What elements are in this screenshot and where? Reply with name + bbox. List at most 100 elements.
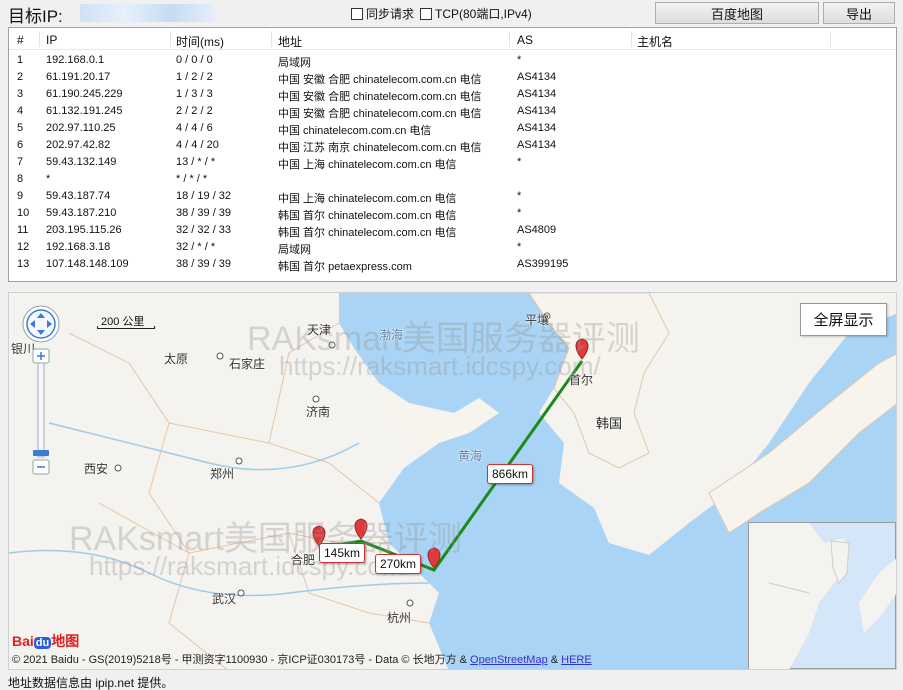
cell-time: 4 / 4 / 6 (176, 122, 213, 134)
table-row[interactable]: 8 * * / * / * (9, 171, 896, 188)
cell-time: 2 / 2 / 2 (176, 105, 213, 117)
cell-ip: 61.132.191.245 (46, 105, 123, 117)
map-label-zhengzhou: 郑州 (210, 467, 235, 481)
cell-time: 32 / * / * (176, 241, 216, 253)
cell-n: 4 (17, 105, 24, 117)
column-divider[interactable] (830, 31, 831, 47)
table-row[interactable]: 6 202.97.42.82 4 / 4 / 20 中国 江苏 南京 chinatel… (9, 137, 896, 154)
column-divider[interactable] (170, 31, 171, 47)
table-row[interactable]: 1 192.168.0.1 0 / 0 / 0 局域网 * (9, 52, 896, 69)
sync-request-checkbox[interactable]: 同步请求 (351, 5, 414, 22)
cell-addr: 中国 安徽 合肥 chinatelecom.com.cn 电信 (278, 74, 482, 86)
table-row[interactable]: 11 203.195.115.26 32 / 32 / 33 韩国 首尔 chinat… (9, 222, 896, 239)
cell-time: 13 / * / * (176, 156, 216, 168)
distance-label-866: 866km (487, 464, 534, 484)
col-header-time[interactable]: 时间(ms) (176, 33, 224, 50)
tcp-checkbox[interactable]: TCP(80端口,IPv4) (420, 5, 532, 22)
col-header-address[interactable]: 地址 (278, 33, 302, 50)
cell-n: 7 (17, 156, 24, 168)
cell-time: 1 / 3 / 3 (176, 88, 213, 100)
cell-as: AS4134 (517, 88, 557, 100)
cell-n: 12 (17, 241, 30, 253)
cell-addr: 中国 上海 chinatelecom.com.cn 电信 (278, 193, 457, 205)
map-label-bohai: 渤海 (379, 328, 404, 342)
table-row[interactable]: 5 202.97.110.25 4 / 4 / 6 中国 chinatelecom.c… (9, 120, 896, 137)
cell-ip: 192.168.0.1 (46, 54, 105, 66)
cell-addr: 中国 安徽 合肥 chinatelecom.com.cn 电信 (278, 91, 482, 103)
cell-n: 3 (17, 88, 24, 100)
cell-as: AS4134 (517, 71, 557, 83)
cell-addr: 局域网 (278, 57, 311, 69)
copyright-text: © 2021 Baidu - GS(2019)5218号 - 甲测资字11009… (12, 654, 471, 666)
distance-label-145: 145km (319, 543, 366, 563)
table-row[interactable]: 2 61.191.20.17 1 / 2 / 2 中国 安徽 合肥 chinatele… (9, 69, 896, 86)
cell-n: 2 (17, 71, 24, 83)
cell-ip: 61.191.20.17 (46, 71, 111, 83)
table-row[interactable]: 13 107.148.148.109 38 / 39 / 39 韩国 首尔 petae… (9, 256, 896, 273)
column-divider[interactable] (509, 31, 510, 47)
cell-as: AS4134 (517, 122, 557, 134)
cell-as: * (517, 241, 522, 253)
data-source-note: 地址数据信息由 ipip.net 提供。 (8, 676, 174, 690)
cell-time: 32 / 32 / 33 (176, 224, 232, 236)
logo-suffix: 地图 (51, 633, 80, 649)
cell-time: 38 / 39 / 39 (176, 207, 232, 219)
logo-text: Bai (12, 633, 34, 649)
route-map[interactable]: RAKsmart美国服务器评测 https://raksmart.idcspy.… (8, 292, 897, 670)
cell-as: AS4809 (517, 224, 557, 236)
cell-time: * / * / * (176, 173, 208, 185)
map-label-xian: 西安 (84, 462, 109, 476)
col-header-ip[interactable]: IP (46, 33, 57, 47)
table-row[interactable]: 10 59.43.187.210 38 / 39 / 39 韩国 首尔 chinate… (9, 205, 896, 222)
overview-minimap[interactable] (748, 522, 896, 669)
col-header-index[interactable]: # (17, 33, 24, 47)
cell-n: 10 (17, 207, 30, 219)
cell-addr: 中国 上海 chinatelecom.com.cn 电信 (278, 159, 457, 171)
table-row[interactable]: 3 61.190.245.229 1 / 3 / 3 中国 安徽 合肥 chinate… (9, 86, 896, 103)
column-divider[interactable] (271, 31, 272, 47)
pan-zoom-icon (22, 305, 60, 475)
cell-as: * (517, 54, 522, 66)
cell-time: 18 / 19 / 32 (176, 190, 232, 202)
tcp-checkbox-label: TCP(80端口,IPv4) (435, 7, 532, 21)
cell-as: AS4134 (517, 139, 557, 151)
map-label-korea: 韩国 (596, 416, 623, 431)
export-button[interactable]: 导出 (823, 2, 895, 24)
map-label-hangzhou: 杭州 (387, 611, 412, 625)
sync-checkbox-box[interactable] (351, 7, 363, 20)
table-row[interactable]: 7 59.43.132.149 13 / * / * 中国 上海 chinatelec… (9, 154, 896, 171)
cell-ip: 59.43.187.74 (46, 190, 111, 202)
fullscreen-button[interactable]: 全屏显示 (800, 303, 887, 336)
table-header: # IP 时间(ms) 地址 AS 主机名 (9, 28, 896, 50)
cell-ip: 203.195.115.26 (46, 224, 122, 236)
baidu-map-button[interactable]: 百度地图 (655, 2, 819, 24)
cell-addr: 韩国 首尔 chinatelecom.com.cn 电信 (278, 210, 457, 222)
cell-addr: 韩国 首尔 petaexpress.com (278, 261, 412, 273)
cell-as: * (517, 156, 522, 168)
col-header-hostname[interactable]: 主机名 (637, 33, 673, 50)
map-label-tianjin: 天津 (307, 323, 332, 337)
col-header-as[interactable]: AS (517, 33, 533, 47)
baidu-map-logo[interactable]: Bai du 地图 (12, 631, 79, 651)
openstreetmap-link[interactable]: OpenStreetMap (470, 654, 548, 666)
cell-n: 6 (17, 139, 24, 151)
cell-time: 0 / 0 / 0 (176, 54, 213, 66)
column-divider[interactable] (631, 31, 632, 47)
table-row[interactable]: 9 59.43.187.74 18 / 19 / 32 中国 上海 chinatele… (9, 188, 896, 205)
minimap-land (749, 523, 896, 669)
column-divider[interactable] (39, 31, 40, 47)
cell-ip: 61.190.245.229 (46, 88, 123, 100)
cell-ip: 59.43.187.210 (46, 207, 117, 219)
table-row[interactable]: 4 61.132.191.245 2 / 2 / 2 中国 安徽 合肥 chinate… (9, 103, 896, 120)
table-row[interactable]: 12 192.168.3.18 32 / * / * 局域网 * (9, 239, 896, 256)
cell-as: * (517, 207, 522, 219)
cell-ip: 192.168.3.18 (46, 241, 111, 253)
tcp-checkbox-box[interactable] (420, 7, 432, 20)
here-link[interactable]: HERE (561, 654, 592, 666)
hop-table[interactable]: # IP 时间(ms) 地址 AS 主机名 1 192.168.0.1 0 / 0 … (8, 27, 897, 282)
toolbar: 目标IP: 同步请求 TCP(80端口,IPv4) 百度地图 导出 (0, 0, 903, 26)
cell-addr: 局域网 (278, 244, 311, 256)
map-label-jinan: 济南 (306, 405, 331, 419)
distance-label-270: 270km (375, 554, 422, 574)
target-ip-input[interactable] (80, 4, 215, 22)
